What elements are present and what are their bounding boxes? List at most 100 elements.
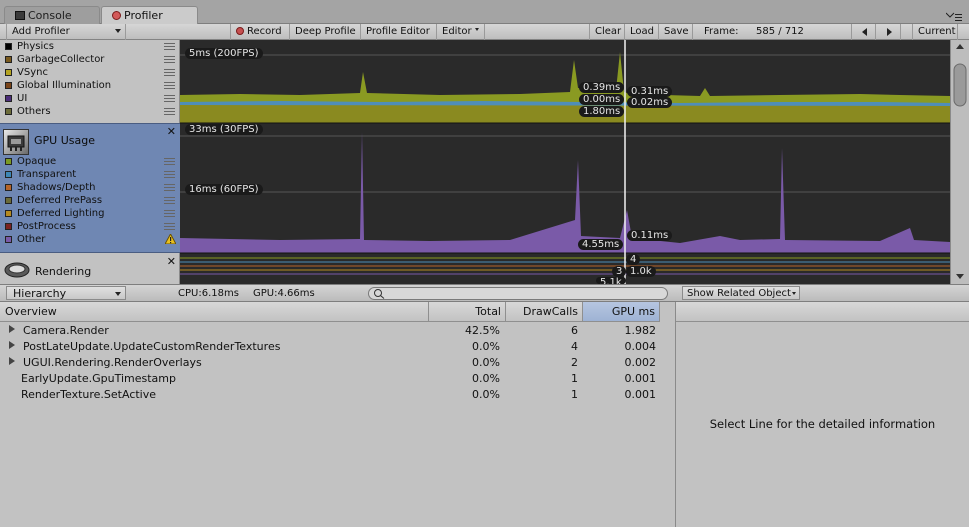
deep-profile-label: Deep Profile	[295, 26, 356, 37]
drag-handle-icon[interactable]	[164, 197, 175, 204]
load-button[interactable]: Load	[625, 24, 659, 40]
gpu-usage-legend[interactable]: GPU Usage ✕ Opaque Transparent Shadows/D…	[0, 123, 180, 253]
legend-swatch	[5, 171, 12, 178]
drag-handle-icon[interactable]	[164, 184, 175, 191]
row-name: PostLateUpdate.UpdateCustomRenderTexture…	[23, 340, 281, 353]
row-total: 0.0%	[472, 356, 500, 369]
drag-handle-icon[interactable]	[164, 95, 175, 102]
row-drawcalls: 6	[571, 324, 578, 337]
row-drawcalls: 1	[571, 372, 578, 385]
legend-swatch	[5, 210, 12, 217]
show-related-object-dropdown[interactable]: Show Related Object	[682, 286, 800, 300]
legend-item-transparent[interactable]: Transparent	[0, 168, 180, 181]
table-row[interactable]: EarlyUpdate.GpuTimestamp 0.0% 1 0.001	[0, 371, 660, 387]
rendering-legend[interactable]: Rendering ✕	[0, 254, 180, 284]
profiler-charts[interactable]: 5ms (200FPS) 0.39ms 0.00ms 1.80ms 0.31ms…	[180, 40, 950, 284]
scroll-down-icon[interactable]	[956, 274, 964, 279]
row-gpu-ms: 1.982	[624, 324, 657, 337]
previous-frame-button[interactable]	[851, 24, 876, 40]
drag-handle-icon[interactable]	[164, 69, 175, 76]
load-label: Load	[630, 26, 654, 37]
drag-handle-icon[interactable]	[164, 56, 175, 63]
legend-item-others[interactable]: Others	[0, 105, 180, 118]
column-drawcalls[interactable]: DrawCalls	[506, 302, 583, 322]
view-mode-dropdown[interactable]: Hierarchy	[6, 286, 126, 300]
rendering-marker: 5.1k	[596, 277, 626, 284]
rendering-marker: 1.0k	[626, 266, 656, 277]
save-button[interactable]: Save	[659, 24, 693, 40]
drag-handle-icon[interactable]	[164, 210, 175, 217]
legend-item-ui[interactable]: UI	[0, 92, 180, 105]
search-input[interactable]	[387, 288, 657, 299]
legend-label: PostProcess	[17, 221, 76, 232]
charts-scrollbar[interactable]	[950, 40, 969, 284]
expand-arrow-icon[interactable]	[8, 355, 16, 371]
clear-button[interactable]: Clear	[589, 24, 625, 40]
deep-profile-button[interactable]: Deep Profile	[290, 24, 361, 40]
current-frame-button[interactable]: Current	[912, 24, 958, 40]
drag-handle-icon[interactable]	[164, 158, 175, 165]
rendering-icon	[4, 259, 32, 279]
legend-item-other[interactable]: Other	[0, 232, 180, 246]
expand-arrow-icon[interactable]	[8, 339, 16, 355]
tab-console[interactable]: Console	[4, 6, 100, 24]
legend-label: Global Illumination	[17, 80, 112, 91]
column-gpu-ms[interactable]: GPU ms	[583, 302, 660, 322]
row-total: 0.0%	[472, 388, 500, 401]
dropdown-arrow-icon	[792, 292, 796, 295]
next-frame-button[interactable]	[876, 24, 901, 40]
column-overview-label: Overview	[5, 305, 57, 318]
row-name: Camera.Render	[23, 324, 109, 337]
drag-handle-icon[interactable]	[164, 43, 175, 50]
legend-item-vsync[interactable]: VSync	[0, 66, 180, 79]
tab-profiler[interactable]: Profiler	[101, 6, 198, 24]
column-total[interactable]: Total	[429, 302, 506, 322]
expand-arrow-icon[interactable]	[8, 323, 16, 339]
cpu-marker: 0.39ms	[579, 82, 625, 93]
legend-item-opaque[interactable]: Opaque	[0, 155, 180, 168]
legend-item-garbagecollector[interactable]: GarbageCollector	[0, 53, 180, 66]
legend-item-shadows-depth[interactable]: Shadows/Depth	[0, 181, 180, 194]
editor-dropdown[interactable]: Editor	[437, 24, 485, 40]
legend-item-postprocess[interactable]: PostProcess	[0, 220, 180, 233]
rendering-title: Rendering	[35, 265, 92, 278]
clear-label: Clear	[595, 26, 622, 37]
legend-swatch	[5, 108, 12, 115]
close-rendering-module-icon[interactable]: ✕	[167, 255, 176, 268]
scroll-up-icon[interactable]	[956, 44, 964, 49]
table-row[interactable]: Camera.Render 42.5% 6 1.982	[0, 323, 660, 339]
gpu-time-label: GPU:4.66ms	[253, 288, 315, 299]
cpu-chart-base-area	[180, 105, 950, 123]
cpu-marker: 0.02ms	[627, 97, 673, 108]
search-field[interactable]	[368, 287, 668, 300]
row-name: EarlyUpdate.GpuTimestamp	[21, 372, 176, 385]
legend-item-physics[interactable]: Physics	[0, 40, 180, 53]
table-row[interactable]: UGUI.Rendering.RenderOverlays 0.0% 2 0.0…	[0, 355, 660, 371]
scroll-thumb[interactable]	[953, 63, 967, 107]
row-total: 0.0%	[472, 372, 500, 385]
legend-label: Transparent	[17, 169, 77, 180]
drag-handle-icon[interactable]	[164, 171, 175, 178]
column-overview[interactable]: Overview	[0, 302, 429, 322]
window-menu-icon[interactable]	[945, 12, 962, 22]
profile-editor-button[interactable]: Profile Editor	[361, 24, 437, 40]
legend-swatch	[5, 158, 12, 165]
legend-label: GarbageCollector	[17, 54, 105, 65]
row-drawcalls: 4	[571, 340, 578, 353]
drag-handle-icon[interactable]	[164, 223, 175, 230]
legend-item-deferred-lighting[interactable]: Deferred Lighting	[0, 207, 180, 220]
detail-message: Select Line for the detailed information	[709, 417, 936, 431]
drag-handle-icon[interactable]	[164, 108, 175, 115]
record-button[interactable]: Record	[230, 24, 290, 40]
add-profiler-dropdown[interactable]: Add Profiler	[6, 24, 126, 40]
table-row[interactable]: PostLateUpdate.UpdateCustomRenderTexture…	[0, 339, 660, 355]
column-gpu-ms-label: GPU ms	[611, 305, 655, 318]
legend-swatch	[5, 82, 12, 89]
drag-handle-icon[interactable]	[164, 82, 175, 89]
close-gpu-module-icon[interactable]: ✕	[167, 125, 176, 138]
add-profiler-label: Add Profiler	[12, 26, 70, 37]
legend-item-global-illumination[interactable]: Global Illumination	[0, 79, 180, 92]
table-row[interactable]: RenderTexture.SetActive 0.0% 1 0.001	[0, 387, 660, 403]
legend-label: UI	[17, 93, 28, 104]
legend-item-deferred-prepass[interactable]: Deferred PrePass	[0, 194, 180, 207]
